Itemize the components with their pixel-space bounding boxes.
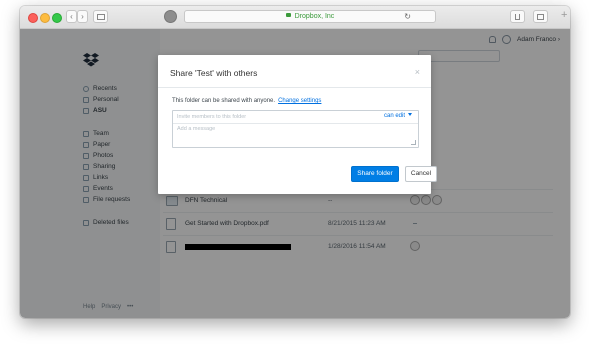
tabs-icon [537, 14, 544, 20]
browser-toolbar: ‹ › Dropbox, Inc ↻ + [20, 6, 570, 29]
change-settings-link[interactable]: Change settings [278, 98, 321, 104]
share-info-text: This folder can be shared with anyone. [172, 98, 276, 104]
close-window-button[interactable] [28, 13, 38, 23]
permission-dropdown[interactable]: can edit [384, 113, 412, 119]
new-tab-icon[interactable]: + [561, 9, 567, 21]
close-icon[interactable]: × [415, 67, 420, 77]
forward-button[interactable]: › [77, 10, 88, 23]
url-text: Dropbox, Inc [294, 13, 335, 20]
share-dialog: Share 'Test' with others × This folder c… [158, 55, 437, 194]
dialog-title: Share 'Test' with others [170, 68, 258, 78]
browser-window: ‹ › Dropbox, Inc ↻ + Recents Personal AS… [20, 6, 570, 318]
tabs-overview-button[interactable] [533, 10, 548, 23]
share-icon [515, 14, 520, 20]
share-info: This folder can be shared with anyone. Ch… [172, 98, 321, 104]
lock-icon [285, 13, 291, 17]
chevron-down-icon [408, 113, 412, 116]
share-folder-button[interactable]: Share folder [351, 166, 399, 182]
back-button[interactable]: ‹ [66, 10, 77, 23]
dropbox-site-icon [164, 10, 177, 23]
resize-handle-icon[interactable] [411, 140, 416, 145]
minimize-window-button[interactable] [40, 13, 50, 23]
zoom-window-button[interactable] [52, 13, 62, 23]
permission-label: can edit [383, 113, 405, 119]
invite-box: can edit [172, 110, 419, 148]
share-button[interactable] [510, 10, 525, 23]
forward-icon: › [81, 12, 84, 21]
message-field[interactable] [173, 124, 418, 147]
back-icon: ‹ [70, 12, 73, 21]
address-bar[interactable]: Dropbox, Inc ↻ [184, 10, 436, 23]
reload-icon[interactable]: ↻ [404, 11, 411, 22]
invite-members-input[interactable] [173, 111, 377, 123]
dialog-divider [158, 87, 431, 88]
sidebar-toggle-button[interactable] [93, 10, 108, 23]
cancel-button[interactable]: Cancel [405, 166, 437, 182]
sidebar-icon [96, 14, 105, 20]
